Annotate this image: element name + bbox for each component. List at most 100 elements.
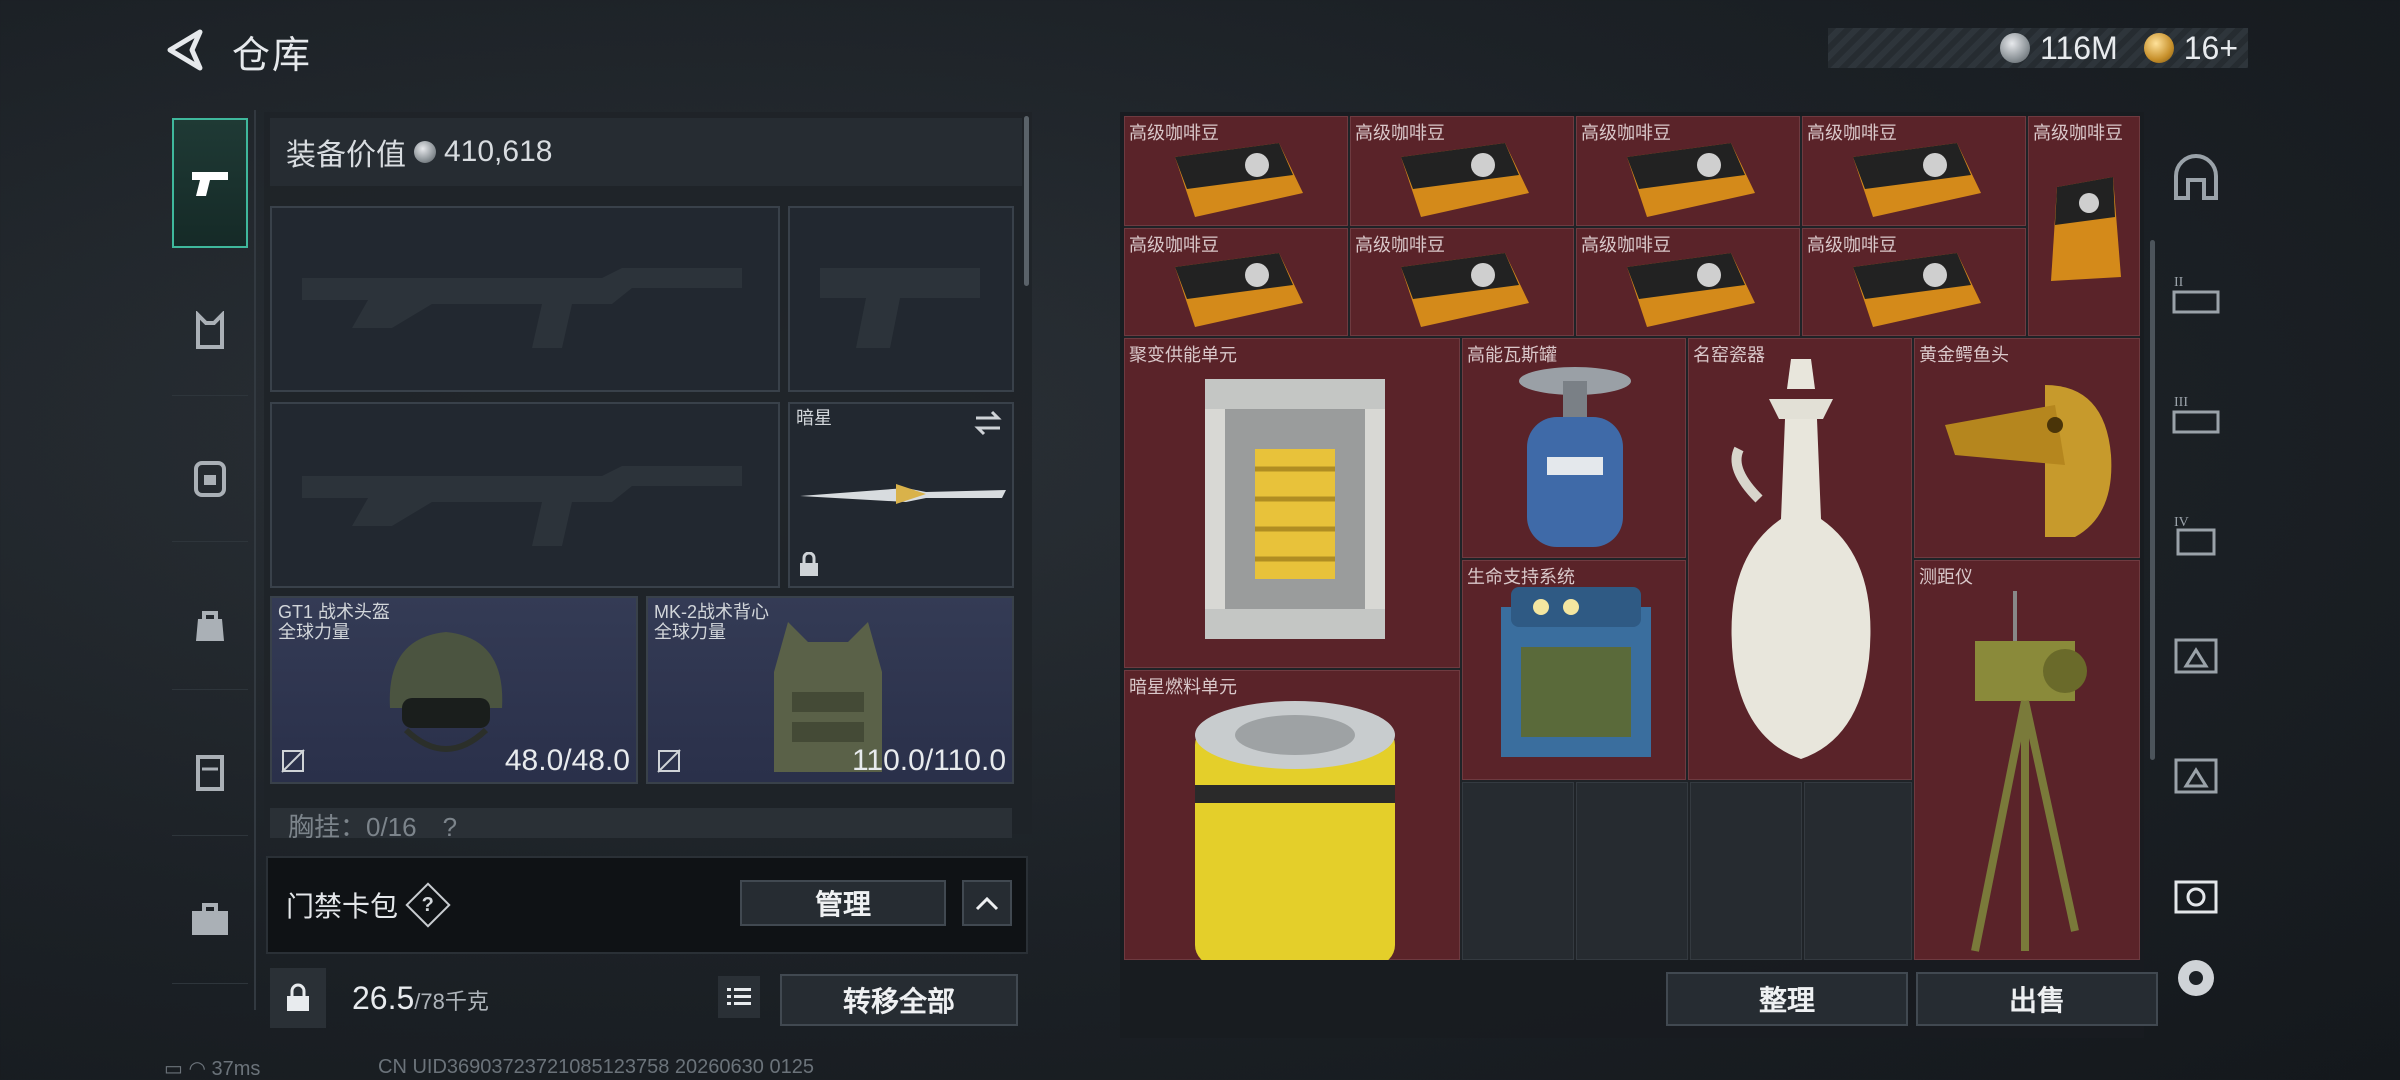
nav-vest[interactable] [172,266,248,396]
gold-amount: 16+ [2183,29,2238,66]
stash-item-golden-croc-head[interactable]: 黄金鳄鱼头 [1914,338,2140,558]
silver-coin-icon [2000,33,2031,63]
nav-bag[interactable] [172,560,248,690]
coffee-bag-icon [1401,253,1529,327]
helmet-durability: 48.0/48.0 [504,744,630,777]
stash-item-fuel-unit[interactable]: 暗星燃料单元 [1124,670,1460,960]
weight-max: /78千克 [414,989,489,1014]
equipment-scrollbar[interactable] [1024,116,1029,286]
empty-slot[interactable] [1462,782,1574,960]
rangefinder-icon [1971,591,2087,952]
stash-item-coffee[interactable]: 高级咖啡豆 [1124,116,1348,226]
empty-slot[interactable] [1690,782,1802,960]
loadout-category-nav [164,110,256,1010]
gold-coin-icon [2143,33,2174,63]
life-support-icon [1501,587,1651,757]
currency-bar: 116M 16+ [1828,28,2248,68]
network-status: ▭ ◠ 37ms [164,1058,261,1080]
stash-tab-v-icon[interactable] [2170,630,2222,682]
svg-text:II: II [2174,275,2184,290]
player-uid: CN UID3690372372108512375​8 20260630 012… [378,1056,814,1078]
equipment-value-amount: 410,618 [444,135,553,168]
weight-lock-button[interactable] [270,968,326,1028]
stash-item-coffee[interactable]: 高级咖啡豆 [2028,116,2140,336]
chevron-up-icon [975,896,999,911]
stash-item-coffee[interactable]: 高级咖啡豆 [1802,116,2026,226]
settings-gear-icon[interactable] [2170,952,2222,1004]
manage-button[interactable]: 管理 [740,880,946,926]
stash-tab-iv-icon[interactable]: IV [2170,510,2222,562]
coffee-bag-icon [1401,143,1529,217]
stash-grid: 高级咖啡豆 高级咖啡豆 高级咖啡豆 高级咖啡豆 高级咖啡豆 高级咖啡豆 高级咖啡… [1124,116,2140,960]
nav-weapons[interactable] [172,118,248,248]
backpack-icon [194,460,226,497]
lock-icon [287,983,309,1011]
safehouse-icon[interactable] [2170,154,2222,206]
carry-weight: 26.5/78千克 [352,980,489,1017]
golden-croc-head-icon [1945,385,2112,537]
stash-item-coffee[interactable]: 高级咖啡豆 [1350,116,1574,226]
list-view-button[interactable] [718,976,760,1018]
empty-slot[interactable] [1804,782,1912,960]
nav-case[interactable] [172,706,248,836]
list-icon [727,988,751,1005]
page-title: 仓库 [232,35,313,77]
briefcase-icon [192,902,228,935]
stash-item-coffee[interactable]: 高级咖啡豆 [1802,228,2026,336]
back-arrow-icon[interactable] [160,24,212,76]
keycard-pack-label: 门禁卡包 [286,891,399,922]
silver-amount: 116M [2040,29,2118,66]
chest-rig-row[interactable]: 胸挂：0/16 ? [270,808,1012,838]
stash-tab-vi-icon[interactable] [2170,750,2222,802]
vest-durability: 110.0/110.0 [851,744,1006,777]
stash-item-life-support[interactable]: 生命支持系统 [1462,560,1686,780]
stash-item-porcelain-vase[interactable]: 名窑瓷器 [1688,338,1912,780]
vest-slot[interactable]: MK-2战术背心 全球力量 110.0/110.0 [646,596,1014,784]
coffee-bag-icon [1627,143,1755,217]
helmet-name: GT1 战术头盔 [278,602,391,622]
transfer-all-button[interactable]: 转移全部 [780,974,1018,1026]
stash-tab-vii-icon[interactable] [2170,870,2222,922]
melee-label: 暗星 [796,408,832,428]
bag-icon [196,610,224,641]
coffee-bag-icon [1175,143,1303,217]
stash-item-coffee[interactable]: 高级咖啡豆 [1350,228,1574,336]
nav-backpack[interactable] [172,412,248,542]
stash-tab-ii-icon[interactable]: II [2170,270,2222,322]
melee-slot[interactable]: 暗星 [788,402,1014,588]
pistol-slot[interactable] [788,206,1014,392]
stash-item-fusion-cell[interactable]: 聚变供能单元 [1124,338,1460,668]
secondary-weapon-slot[interactable] [270,402,780,588]
nav-briefcase[interactable] [172,854,248,984]
stash-scrollbar[interactable] [2150,240,2155,760]
weight-current: 26.5 [352,980,415,1016]
coffee-bag-icon [1853,143,1981,217]
stash-item-coffee[interactable]: 高级咖啡豆 [1576,116,1800,226]
empty-slot[interactable] [1576,782,1688,960]
equipment-value-label: 装备价值 [286,139,406,172]
swap-icon[interactable] [972,410,1004,436]
lock-icon [800,552,818,576]
knife-icon [800,484,1006,504]
stash-item-gas-canister[interactable]: 高能瓦斯罐 [1462,338,1686,558]
gas-canister-icon [1519,367,1631,547]
helmet-slot[interactable]: GT1 战术头盔 全球力量 48.0/48.0 [270,596,638,784]
stash-item-coffee[interactable]: 高级咖啡豆 [1576,228,1800,336]
no-repair-icon [657,749,681,773]
stash-tab-iii-icon[interactable]: III [2170,390,2222,442]
help-icon[interactable]: ? [405,882,451,928]
rifle-silhouette-icon [302,466,742,546]
primary-weapon-slot[interactable] [270,206,780,392]
rifle-silhouette-icon [302,268,742,348]
fuel-unit-icon [1195,701,1395,960]
sort-button[interactable]: 整理 [1666,972,1908,1026]
helmet-icon [389,632,503,752]
collapse-button[interactable] [962,880,1012,926]
coffee-bag-icon [2051,177,2121,281]
stash-item-rangefinder[interactable]: 测距仪 [1914,560,2140,960]
ping: 37ms [211,1058,261,1080]
sell-button[interactable]: 出售 [1916,972,2158,1026]
stash-item-coffee[interactable]: 高级咖啡豆 [1124,228,1348,336]
fusion-cell-icon [1205,379,1385,639]
helmet-brand: 全球力量 [278,622,350,642]
